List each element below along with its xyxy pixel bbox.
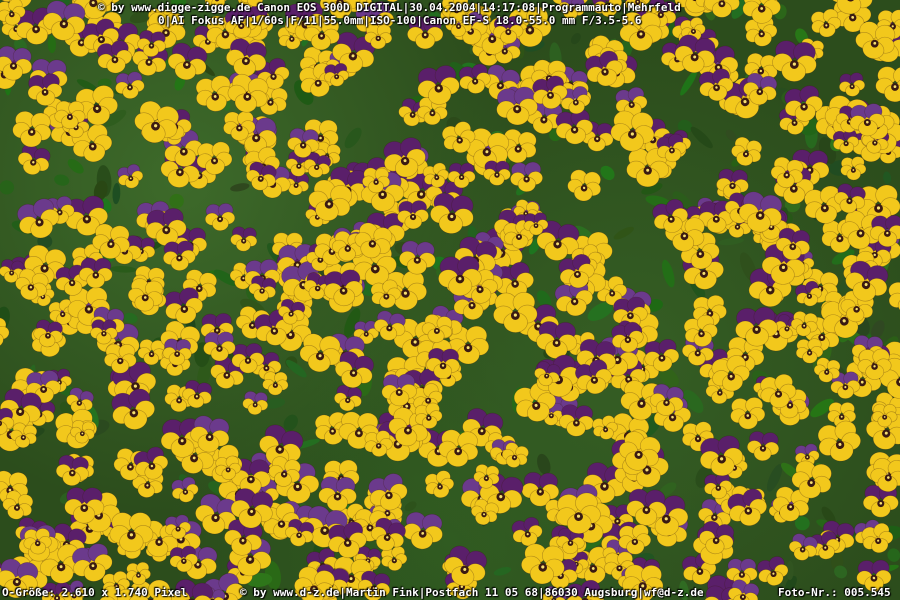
leaf [112, 183, 121, 205]
pansy-flower [242, 390, 269, 415]
leaf [54, 174, 70, 186]
leaf [570, 33, 581, 45]
leaf [883, 171, 892, 185]
leaf [344, 127, 362, 149]
leaf [404, 501, 417, 512]
leaf [718, 237, 745, 246]
pansy-flower [0, 45, 33, 81]
pansy-flower [399, 240, 436, 275]
pansy-flower [424, 470, 455, 499]
pansy-flower [567, 169, 602, 202]
leaf [169, 193, 184, 209]
pansy-flower [746, 431, 780, 462]
pansy-flower [558, 404, 594, 437]
leaf [123, 312, 138, 324]
camera-info-line-2: 0|AI Fokus AF|1/60s|F/11|55.0mm|ISO-100|… [158, 14, 642, 27]
pansy-flower [510, 161, 543, 192]
pansy-flower [171, 476, 199, 503]
pansy-flower [115, 71, 145, 99]
leaf [67, 159, 84, 174]
pansy-flower [204, 203, 236, 231]
pansy-flower [55, 454, 89, 486]
leaf [47, 35, 57, 54]
photo-number-label: Foto-Nr.: 005.545 [778, 586, 891, 599]
leaf [690, 126, 713, 149]
pansy-flower [875, 66, 900, 103]
pansy-flowers [0, 0, 900, 600]
pansy-photo: © by www.digge-zigge.de Canon EOS 300D D… [0, 0, 900, 600]
pansy-flower [162, 240, 196, 271]
pansy-flower [772, 40, 817, 82]
leaf [0, 180, 15, 195]
leaf [110, 266, 137, 273]
leaf [230, 183, 250, 192]
original-size-label: O-Größe: 2.610 x 1.740 Pixel [2, 586, 188, 599]
pansy-flower [262, 371, 289, 396]
leaf [493, 566, 512, 576]
leaf [887, 548, 900, 562]
leaf [662, 259, 675, 288]
pansy-flower [402, 511, 443, 550]
pansy-flower [483, 160, 511, 186]
pansy-flower [817, 420, 861, 462]
pansy-flower [17, 144, 51, 175]
pansy-flower [12, 111, 52, 148]
copyright-address-label: © by www.d-z.de|Martin Fink|Postfach 11 … [240, 586, 704, 599]
pansy-flower [839, 72, 866, 97]
pansy-flower [230, 226, 258, 252]
camera-info-line-1: © by www.digge-zigge.de Canon EOS 300D D… [98, 1, 681, 14]
pansy-flower [888, 282, 900, 314]
leaf [613, 226, 634, 240]
pansy-flower [730, 397, 766, 430]
pansy-flower [840, 156, 867, 181]
